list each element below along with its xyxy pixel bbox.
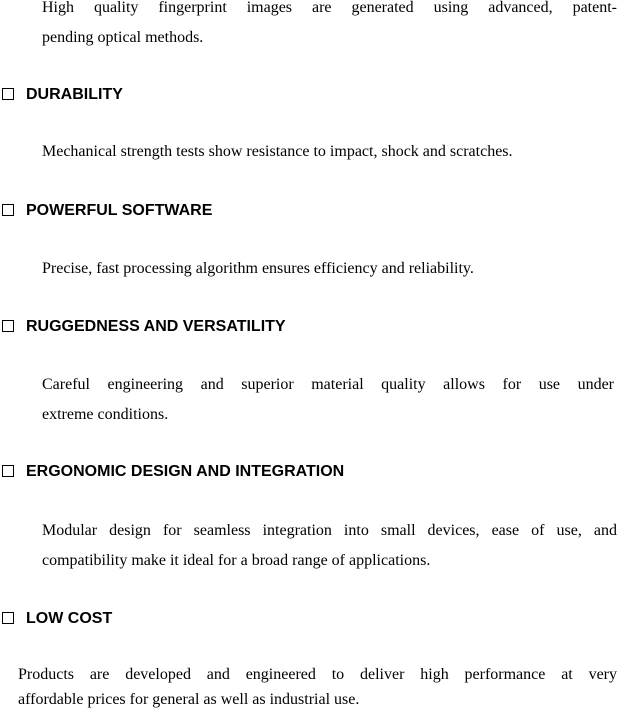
text-line: compatibility make it ideal for a broad … — [42, 552, 431, 569]
text-line: extreme conditions. — [42, 406, 169, 423]
heading-ergonomic-design: ERGONOMIC DESIGN AND INTEGRATION — [0, 462, 344, 482]
checkbox-bullet-icon — [2, 88, 14, 100]
heading-durability: DURABILITY — [0, 85, 123, 105]
text-line: Mechanical strength tests show resistanc… — [42, 143, 513, 160]
text-line: Precise, fast processing algorithm ensur… — [42, 260, 474, 277]
text-line: affordable prices for general as well as… — [18, 691, 360, 708]
heading-low-cost: LOW COST — [0, 609, 112, 629]
checkbox-bullet-icon — [2, 320, 14, 332]
text-line: High quality fingerprint images are gene… — [42, 0, 617, 16]
heading-ruggedness: RUGGEDNESS AND VERSATILITY — [0, 317, 286, 337]
heading-powerful-software: POWERFUL SOFTWARE — [0, 201, 212, 221]
checkbox-bullet-icon — [2, 204, 14, 216]
text-line: Modular design for seamless integration … — [42, 522, 617, 539]
text-line: pending optical methods. — [42, 29, 204, 46]
checkbox-bullet-icon — [2, 465, 14, 477]
text-line: Careful engineering and superior materia… — [42, 376, 614, 393]
text-line: Products are developed and engineered to… — [18, 666, 617, 683]
checkbox-bullet-icon — [2, 612, 14, 624]
